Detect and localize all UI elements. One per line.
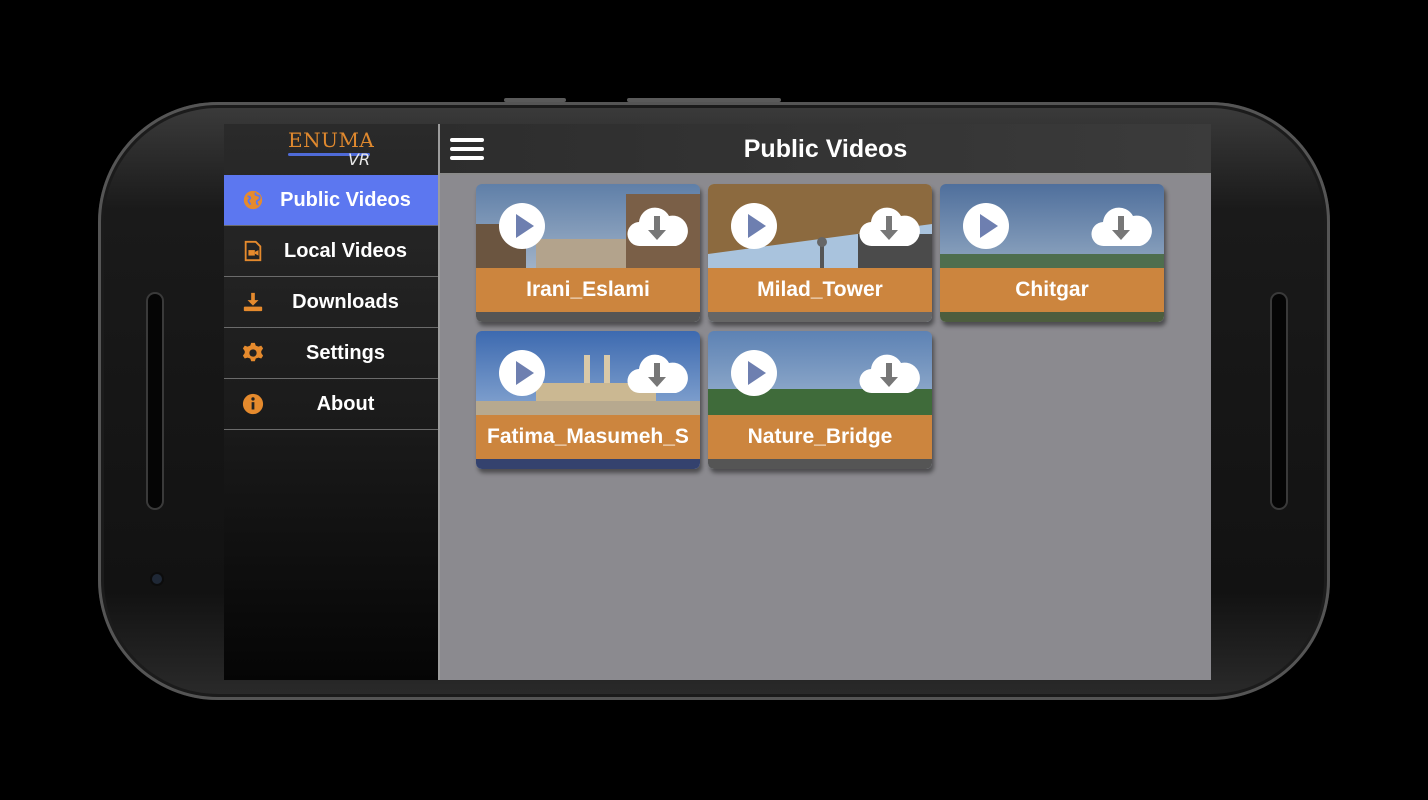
app-logo: ENUMA VR: [224, 124, 439, 175]
video-title: Irani_Eslami: [476, 268, 700, 312]
video-file-icon: [244, 240, 262, 262]
sidebar-item-label: Public Videos: [280, 188, 411, 211]
cloud-download-icon[interactable]: [858, 202, 920, 248]
logo-subtext: VR: [348, 150, 371, 169]
globe-icon: [243, 190, 263, 210]
volume-button: [504, 98, 566, 102]
left-speaker: [148, 294, 162, 508]
sidebar-item-public-videos[interactable]: Public Videos: [224, 175, 439, 226]
app-screen: ENUMA VR Public Videos Local Videos Down…: [224, 124, 1211, 680]
sidebar-item-label: About: [316, 392, 375, 415]
sidebar-item-local-videos[interactable]: Local Videos: [224, 226, 439, 277]
sidebar-item-label: Downloads: [292, 290, 399, 313]
video-card-irani-eslami[interactable]: Irani_Eslami: [476, 184, 700, 322]
video-title: Chitgar: [940, 268, 1164, 312]
cloud-download-icon[interactable]: [1090, 202, 1152, 248]
video-card-milad-tower[interactable]: Milad_Tower: [708, 184, 932, 322]
play-icon[interactable]: [498, 349, 546, 397]
video-card-fatima-masumeh[interactable]: Fatima_Masumeh_S: [476, 331, 700, 469]
app-header: Public Videos: [440, 124, 1211, 175]
video-title: Fatima_Masumeh_S: [476, 415, 700, 459]
video-title: Milad_Tower: [708, 268, 932, 312]
navigation-drawer: ENUMA VR Public Videos Local Videos Down…: [224, 124, 439, 680]
play-icon[interactable]: [962, 202, 1010, 250]
sidebar-item-about[interactable]: About: [224, 379, 439, 430]
sidebar-item-label: Local Videos: [283, 239, 407, 262]
info-icon: [242, 393, 264, 415]
gear-icon: [242, 342, 264, 362]
play-icon[interactable]: [730, 202, 778, 250]
power-button: [627, 98, 781, 102]
cloud-download-icon[interactable]: [626, 349, 688, 395]
logo-text: ENUMA: [288, 128, 375, 152]
play-icon[interactable]: [730, 349, 778, 397]
sidebar-item-downloads[interactable]: Downloads: [224, 277, 439, 328]
cloud-download-icon[interactable]: [858, 349, 920, 395]
video-card-chitgar[interactable]: Chitgar: [940, 184, 1164, 322]
play-icon[interactable]: [498, 202, 546, 250]
right-speaker: [1272, 294, 1286, 508]
video-card-nature-bridge[interactable]: Nature_Bridge: [708, 331, 932, 469]
sidebar-item-label: Settings: [306, 341, 385, 364]
front-camera: [152, 574, 162, 584]
sidebar-item-settings[interactable]: Settings: [224, 328, 439, 379]
cloud-download-icon[interactable]: [626, 202, 688, 248]
download-tray-icon: [243, 292, 263, 312]
video-title: Nature_Bridge: [708, 415, 932, 459]
video-grid: Irani_Eslami Milad_Tower Chitgar Fatima_…: [440, 175, 1211, 680]
drawer-menu: Public Videos Local Videos Downloads Set…: [224, 175, 439, 430]
page-title: Public Videos: [743, 135, 908, 163]
